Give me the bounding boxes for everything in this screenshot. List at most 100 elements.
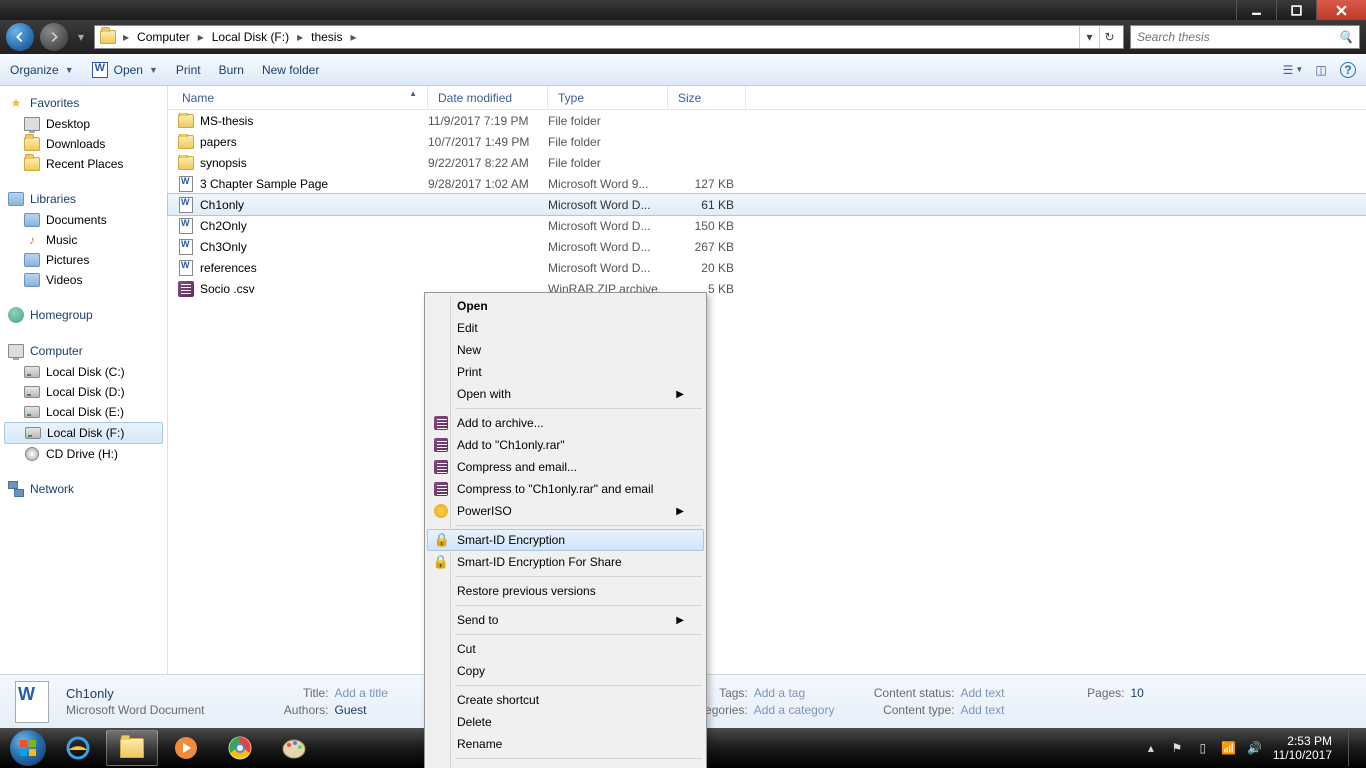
sidebar-item-pictures[interactable]: Pictures bbox=[0, 250, 167, 270]
menu-item[interactable]: Send to▶ bbox=[427, 609, 704, 631]
homegroup[interactable]: Homegroup bbox=[0, 304, 167, 326]
menu-item[interactable]: 🔒Smart-ID Encryption bbox=[427, 529, 704, 551]
file-row[interactable]: Ch1onlyMicrosoft Word D...61 KB bbox=[168, 194, 1366, 215]
menu-item-label: Edit bbox=[457, 321, 478, 335]
menu-item[interactable]: Rename bbox=[427, 733, 704, 755]
menu-item[interactable]: Delete bbox=[427, 711, 704, 733]
taskbar-chrome[interactable] bbox=[214, 730, 266, 766]
file-row[interactable]: Ch3OnlyMicrosoft Word D...267 KB bbox=[168, 236, 1366, 257]
clock[interactable]: 2:53 PM 11/10/2017 bbox=[1273, 734, 1332, 763]
file-row[interactable]: papers10/7/2017 1:49 PMFile folder bbox=[168, 131, 1366, 152]
libraries-group[interactable]: Libraries bbox=[0, 188, 167, 210]
action-center-icon[interactable]: ⚑ bbox=[1169, 740, 1185, 756]
minimize-button[interactable] bbox=[1236, 0, 1276, 20]
file-row[interactable]: Socio .csvWinRAR ZIP archive5 KB bbox=[168, 278, 1366, 299]
menu-item[interactable]: Add to "Ch1only.rar" bbox=[427, 434, 704, 456]
taskbar-explorer[interactable] bbox=[106, 730, 158, 766]
sidebar-item-drive-c[interactable]: Local Disk (C:) bbox=[0, 362, 167, 382]
maximize-button[interactable] bbox=[1276, 0, 1316, 20]
search-icon: 🔍 bbox=[1338, 30, 1353, 44]
new-folder-button[interactable]: New folder bbox=[262, 63, 319, 77]
menu-item[interactable]: Properties bbox=[427, 762, 704, 768]
sidebar-item-documents[interactable]: Documents bbox=[0, 210, 167, 230]
videos-icon bbox=[24, 272, 40, 288]
column-size[interactable]: Size bbox=[668, 86, 746, 109]
start-button[interactable] bbox=[6, 728, 50, 768]
navigation-bar: ▾ ▸ Computer ▸ Local Disk (F:) ▸ thesis … bbox=[0, 20, 1366, 54]
breadcrumb[interactable]: Local Disk (F:) bbox=[210, 30, 291, 44]
network-group[interactable]: Network bbox=[0, 478, 167, 500]
sidebar-item-drive-d[interactable]: Local Disk (D:) bbox=[0, 382, 167, 402]
back-button[interactable] bbox=[6, 23, 34, 51]
file-row[interactable]: 3 Chapter Sample Page9/28/2017 1:02 AMMi… bbox=[168, 173, 1366, 194]
menu-item[interactable]: Restore previous versions bbox=[427, 580, 704, 602]
context-menu: Open Edit NewPrintOpen with▶ Add to archive… bbox=[424, 292, 707, 768]
preview-pane-button[interactable]: ◫ bbox=[1312, 61, 1330, 79]
menu-item-label: Create shortcut bbox=[457, 693, 539, 707]
menu-item[interactable]: PowerISO▶ bbox=[427, 500, 704, 522]
rar-icon bbox=[433, 481, 449, 497]
organize-menu[interactable]: Organize▼ bbox=[10, 63, 74, 77]
burn-button[interactable]: Burn bbox=[219, 63, 244, 77]
breadcrumb[interactable]: thesis bbox=[309, 30, 344, 44]
sidebar-item-cd-drive[interactable]: CD Drive (H:) bbox=[0, 444, 167, 464]
address-dropdown[interactable]: ▾ bbox=[1079, 26, 1099, 48]
file-row[interactable]: synopsis9/22/2017 8:22 AMFile folder bbox=[168, 152, 1366, 173]
column-date[interactable]: Date modified bbox=[428, 86, 548, 109]
column-name[interactable]: Name▲ bbox=[168, 86, 428, 109]
open-menu[interactable]: Open▼ bbox=[92, 62, 158, 78]
print-button[interactable]: Print bbox=[176, 63, 201, 77]
sidebar-item-drive-e[interactable]: Local Disk (E:) bbox=[0, 402, 167, 422]
file-row[interactable]: MS-thesis11/9/2017 7:19 PMFile folder bbox=[168, 110, 1366, 131]
nav-history-dropdown[interactable]: ▾ bbox=[74, 30, 88, 44]
sidebar-item-music[interactable]: ♪Music bbox=[0, 230, 167, 250]
search-input[interactable] bbox=[1137, 30, 1353, 44]
taskbar-ie[interactable] bbox=[52, 730, 104, 766]
menu-item[interactable]: Compress and email... bbox=[427, 456, 704, 478]
content-type-field[interactable]: Add text bbox=[960, 703, 1004, 717]
content-status-field[interactable]: Add text bbox=[960, 686, 1004, 700]
menu-item[interactable]: Compress to "Ch1only.rar" and email bbox=[427, 478, 704, 500]
menu-item[interactable]: Edit bbox=[427, 317, 704, 339]
menu-item[interactable]: Cut bbox=[427, 638, 704, 660]
taskbar-paint[interactable] bbox=[268, 730, 320, 766]
computer-group[interactable]: Computer bbox=[0, 340, 167, 362]
menu-item[interactable]: Create shortcut bbox=[427, 689, 704, 711]
submenu-arrow-icon: ▶ bbox=[676, 615, 684, 626]
network-signal-icon[interactable]: 📶 bbox=[1221, 740, 1237, 756]
sidebar-item-desktop[interactable]: Desktop bbox=[0, 114, 167, 134]
refresh-button[interactable]: ↻ bbox=[1099, 26, 1119, 48]
menu-item[interactable]: Print bbox=[427, 361, 704, 383]
menu-item[interactable]: Open with▶ bbox=[427, 383, 704, 405]
search-box[interactable]: 🔍 bbox=[1130, 25, 1360, 49]
menu-item[interactable]: Add to archive... bbox=[427, 412, 704, 434]
address-bar[interactable]: ▸ Computer ▸ Local Disk (F:) ▸ thesis ▸ … bbox=[94, 25, 1124, 49]
menu-item[interactable]: Copy bbox=[427, 660, 704, 682]
authors-field[interactable]: Guest bbox=[335, 703, 367, 717]
recent-icon bbox=[24, 156, 40, 172]
categories-field[interactable]: Add a category bbox=[754, 703, 835, 717]
tags-field[interactable]: Add a tag bbox=[754, 686, 805, 700]
sidebar-item-videos[interactable]: Videos bbox=[0, 270, 167, 290]
taskbar-media-player[interactable] bbox=[160, 730, 212, 766]
volume-icon[interactable]: 🔊 bbox=[1247, 740, 1263, 756]
file-row[interactable]: Ch2OnlyMicrosoft Word D...150 KB bbox=[168, 215, 1366, 236]
show-desktop-button[interactable] bbox=[1348, 730, 1356, 766]
battery-icon[interactable]: ▯ bbox=[1195, 740, 1211, 756]
column-type[interactable]: Type bbox=[548, 86, 668, 109]
forward-button[interactable] bbox=[40, 23, 68, 51]
close-button[interactable] bbox=[1316, 0, 1366, 20]
menu-item[interactable]: New bbox=[427, 339, 704, 361]
breadcrumb[interactable]: Computer bbox=[135, 30, 192, 44]
file-row[interactable]: referencesMicrosoft Word D...20 KB bbox=[168, 257, 1366, 278]
menu-item[interactable]: 🔒Smart-ID Encryption For Share bbox=[427, 551, 704, 573]
help-button[interactable]: ? bbox=[1340, 62, 1356, 78]
sidebar-item-drive-f[interactable]: Local Disk (F:) bbox=[4, 422, 163, 444]
view-options-button[interactable]: ☰▼ bbox=[1284, 61, 1302, 79]
sidebar-item-downloads[interactable]: Downloads bbox=[0, 134, 167, 154]
favorites-group[interactable]: ★Favorites bbox=[0, 92, 167, 114]
tray-chevron-icon[interactable]: ▴ bbox=[1143, 740, 1159, 756]
title-field[interactable]: Add a title bbox=[335, 686, 388, 700]
sidebar-item-recent[interactable]: Recent Places bbox=[0, 154, 167, 174]
menu-item[interactable]: Open bbox=[427, 295, 704, 317]
